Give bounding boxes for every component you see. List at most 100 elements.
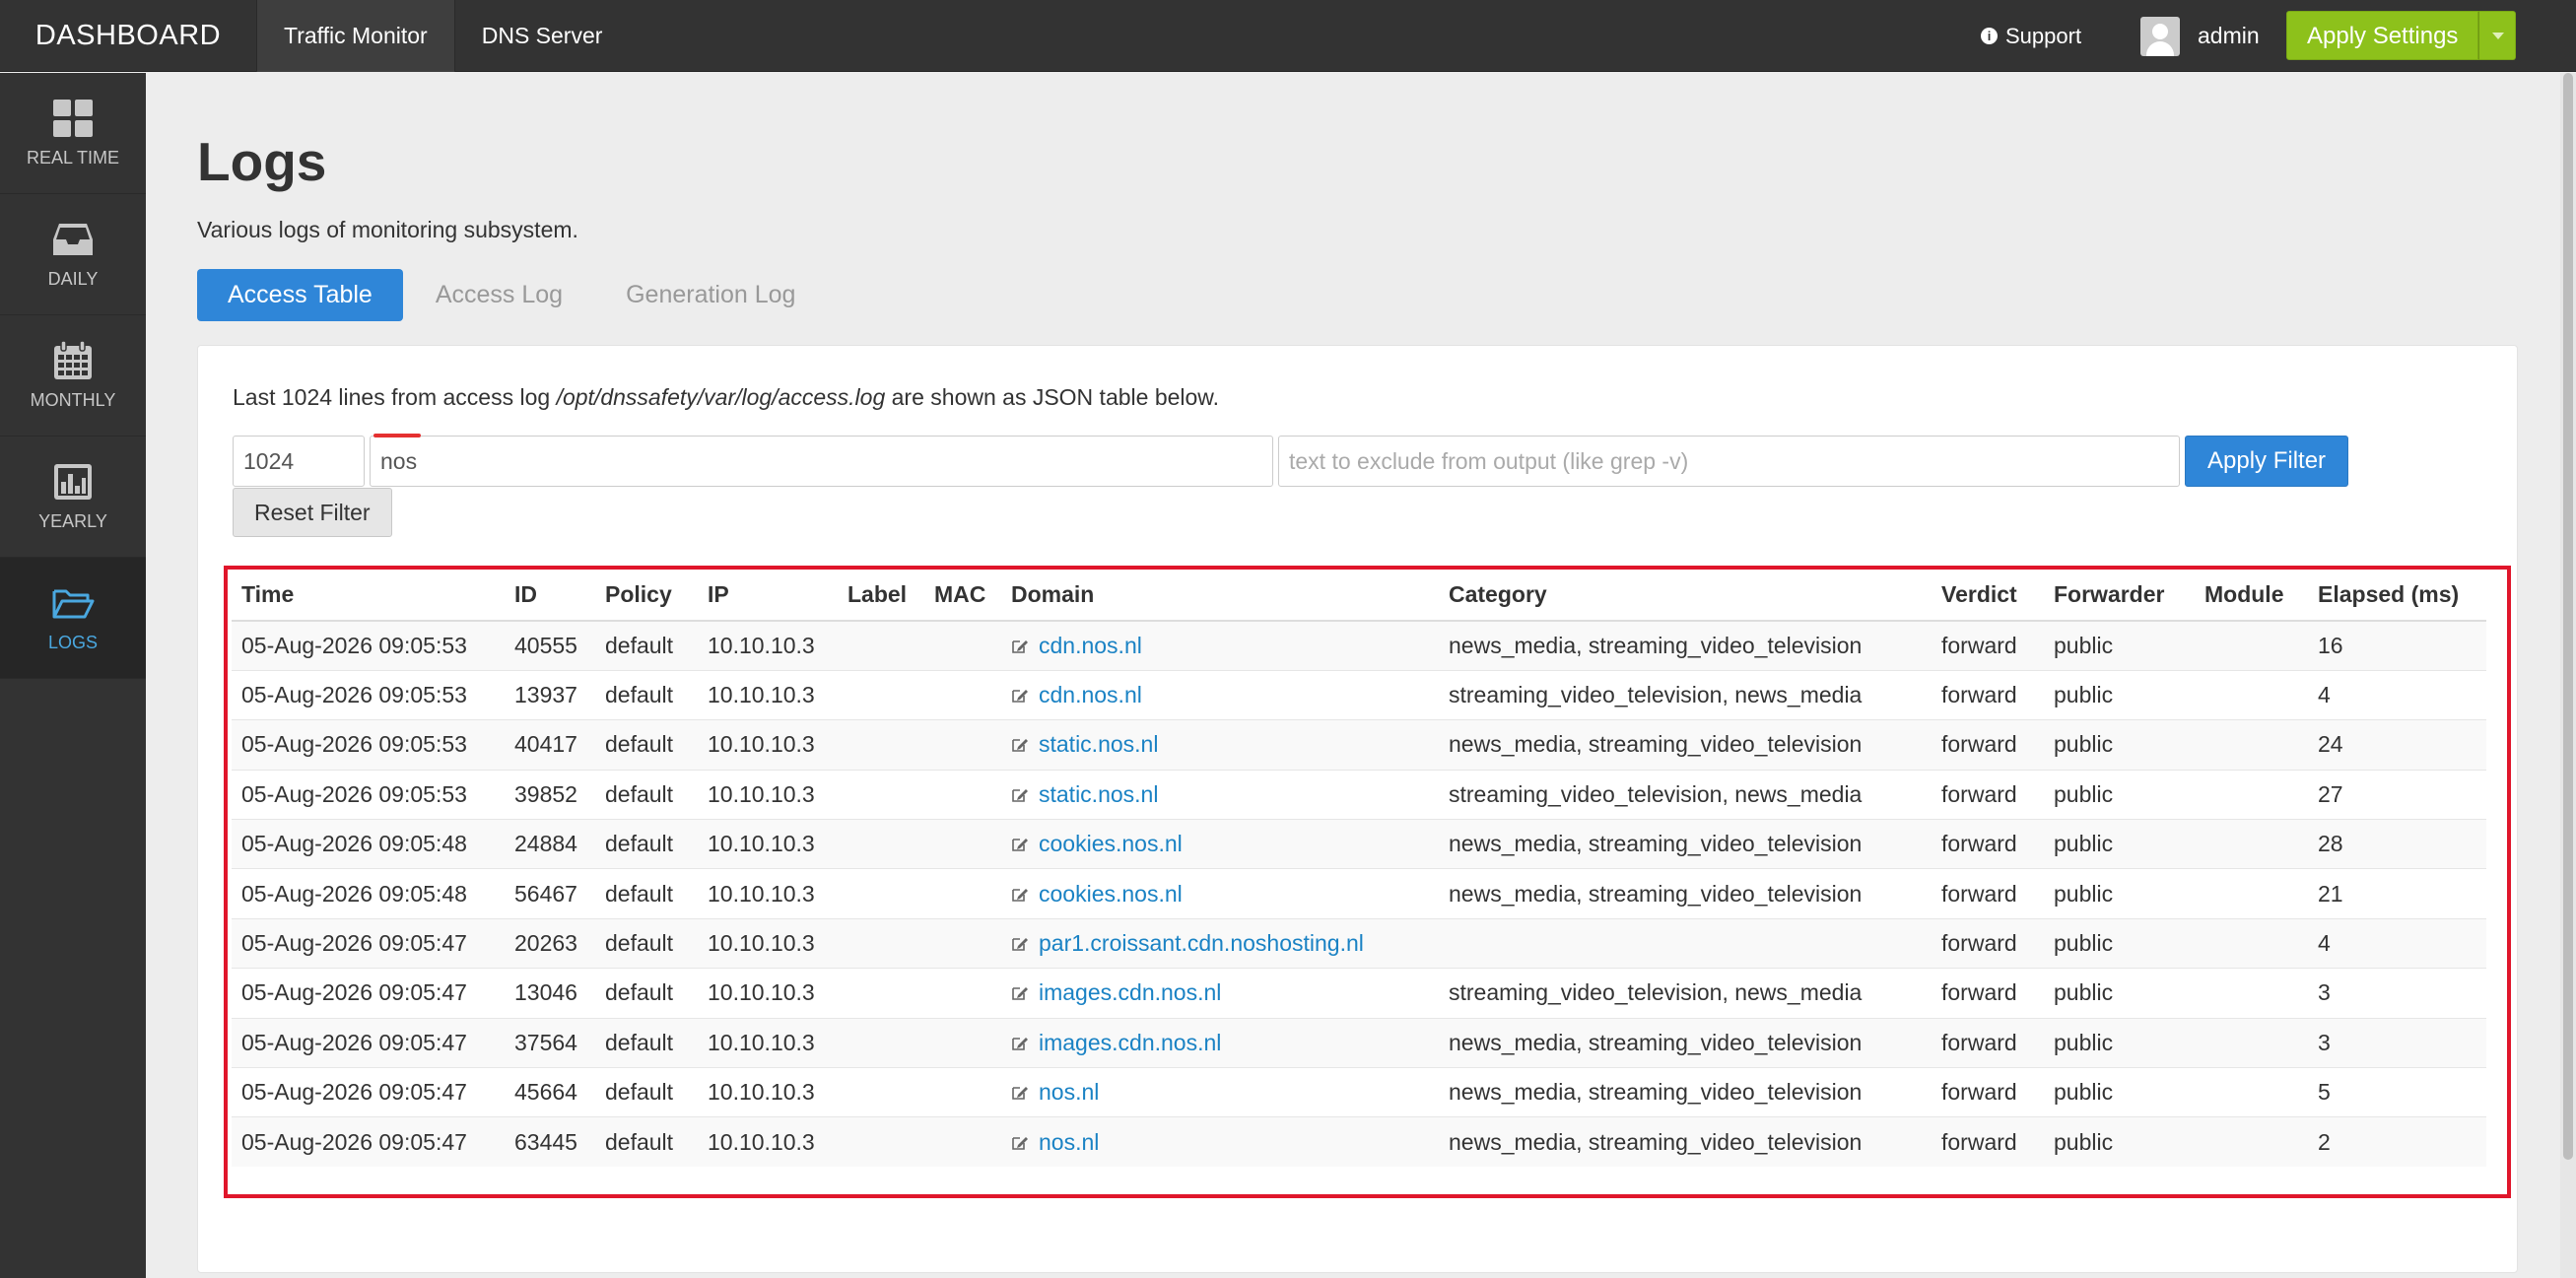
- cell-id: 56467: [505, 868, 595, 919]
- scrollbar-thumb[interactable]: [2563, 73, 2573, 1160]
- edit-icon[interactable]: [1011, 936, 1029, 952]
- reset-filter-button[interactable]: Reset Filter: [233, 488, 392, 537]
- edit-icon[interactable]: [1011, 787, 1029, 803]
- brand-logo[interactable]: DASHBOARD: [0, 0, 256, 72]
- cell-domain: par1.croissant.cdn.noshosting.nl: [1001, 917, 1439, 969]
- cell-elapsed: 4: [2308, 917, 2486, 969]
- col-label[interactable]: Label: [838, 570, 924, 622]
- nav-dns-server[interactable]: DNS Server: [453, 0, 630, 72]
- apply-settings-button[interactable]: Apply Settings: [2286, 11, 2479, 60]
- domain-link[interactable]: par1.croissant.cdn.noshosting.nl: [1039, 930, 1364, 956]
- sidebar-item-monthly[interactable]: MONTHLY: [0, 315, 146, 437]
- exclude-filter-input[interactable]: text to exclude from output (like grep -…: [1278, 436, 2180, 487]
- table-row: 05-Aug-2026 09:05:48 24884 default 10.10.10…: [232, 819, 2486, 869]
- domain-link[interactable]: cdn.nos.nl: [1039, 682, 1142, 707]
- cell-elapsed: 27: [2308, 769, 2486, 820]
- cell-domain: cookies.nos.nl: [1001, 819, 1439, 869]
- sidebar-item-real-time[interactable]: REAL TIME: [0, 73, 146, 194]
- col-forwarder[interactable]: Forwarder: [2044, 570, 2195, 622]
- domain-link[interactable]: images.cdn.nos.nl: [1039, 1030, 1221, 1055]
- page-description: Various logs of monitoring subsystem.: [197, 217, 578, 242]
- top-bar: DASHBOARD Traffic Monitor DNS Server i S…: [0, 0, 2576, 72]
- cell-forwarder: public: [2044, 769, 2195, 820]
- cell-elapsed: 28: [2308, 819, 2486, 869]
- cell-verdict: forward: [1932, 620, 2044, 671]
- edit-icon[interactable]: [1011, 1085, 1029, 1101]
- table-row: 05-Aug-2026 09:05:53 40555 default 10.10.10…: [232, 620, 2486, 671]
- sidebar-item-logs[interactable]: LOGS: [0, 558, 146, 679]
- edit-icon[interactable]: [1011, 1036, 1029, 1051]
- cell-module: [2195, 620, 2308, 671]
- cell-category: news_media, streaming_video_television: [1439, 620, 1932, 671]
- user-name: admin: [2198, 23, 2260, 48]
- apply-filter-button[interactable]: Apply Filter: [2185, 436, 2349, 487]
- cell-id: 40555: [505, 620, 595, 671]
- apply-settings-group: Apply Settings: [2286, 11, 2517, 60]
- edit-icon[interactable]: [1011, 688, 1029, 704]
- cell-mac: [924, 620, 1001, 671]
- col-module[interactable]: Module: [2195, 570, 2308, 622]
- include-filter-input[interactable]: nos: [370, 436, 1273, 487]
- edit-icon[interactable]: [1011, 1135, 1029, 1151]
- col-ip[interactable]: IP: [698, 570, 838, 622]
- nav-traffic-monitor[interactable]: Traffic Monitor: [256, 0, 454, 72]
- col-category[interactable]: Category: [1439, 570, 1932, 622]
- cell-label: [838, 968, 924, 1019]
- cell-time: 05-Aug-2026 09:05:53: [232, 769, 505, 820]
- col-policy[interactable]: Policy: [595, 570, 698, 622]
- table-row: 05-Aug-2026 09:05:47 37564 default 10.10.10…: [232, 1017, 2486, 1068]
- col-time[interactable]: Time: [232, 570, 505, 622]
- user-menu[interactable]: admin: [2140, 0, 2260, 72]
- domain-link[interactable]: cookies.nos.nl: [1039, 881, 1183, 907]
- tab-generation-log[interactable]: Generation Log: [595, 269, 826, 321]
- domain-link[interactable]: cdn.nos.nl: [1039, 633, 1142, 658]
- page-scrollbar[interactable]: [2560, 73, 2576, 1278]
- col-elapsed[interactable]: Elapsed (ms): [2308, 570, 2486, 622]
- cell-module: [2195, 719, 2308, 771]
- cell-category: streaming_video_television, news_media: [1439, 669, 1932, 720]
- cell-verdict: forward: [1932, 917, 2044, 969]
- edit-icon[interactable]: [1011, 837, 1029, 852]
- cell-module: [2195, 1017, 2308, 1068]
- edit-icon[interactable]: [1011, 887, 1029, 903]
- sidebar-item-yearly[interactable]: YEARLY: [0, 437, 146, 558]
- annotation-underline: [373, 434, 421, 437]
- table-row: 05-Aug-2026 09:05:47 45664 default 10.10.10…: [232, 1067, 2486, 1117]
- domain-link[interactable]: nos.nl: [1039, 1079, 1099, 1105]
- sidebar-item-label: YEARLY: [38, 510, 107, 531]
- col-domain[interactable]: Domain: [1001, 570, 1439, 622]
- cell-mac: [924, 868, 1001, 919]
- cell-forwarder: public: [2044, 968, 2195, 1019]
- col-verdict[interactable]: Verdict: [1932, 570, 2044, 622]
- cell-ip: 10.10.10.3: [698, 1116, 838, 1168]
- cell-time: 05-Aug-2026 09:05:47: [232, 917, 505, 969]
- edit-icon[interactable]: [1011, 639, 1029, 654]
- domain-link[interactable]: static.nos.nl: [1039, 781, 1158, 807]
- col-mac[interactable]: MAC: [924, 570, 1001, 622]
- sidebar-item-daily[interactable]: DAILY: [0, 194, 146, 315]
- support-link[interactable]: i Support: [1981, 0, 2081, 72]
- tab-access-table[interactable]: Access Table: [197, 269, 403, 321]
- bar-chart-icon: [54, 463, 92, 500]
- cell-category: news_media, streaming_video_television: [1439, 1017, 1932, 1068]
- page-title: Logs: [197, 131, 327, 192]
- cell-category: streaming_video_television, news_media: [1439, 968, 1932, 1019]
- domain-link[interactable]: images.cdn.nos.nl: [1039, 979, 1221, 1005]
- tab-access-log[interactable]: Access Log: [405, 269, 593, 321]
- domain-link[interactable]: static.nos.nl: [1039, 731, 1158, 757]
- cell-forwarder: public: [2044, 719, 2195, 771]
- cell-module: [2195, 769, 2308, 820]
- table-row: 05-Aug-2026 09:05:53 13937 default 10.10.10…: [232, 669, 2486, 720]
- chevron-down-icon[interactable]: [2478, 11, 2517, 60]
- edit-icon[interactable]: [1011, 737, 1029, 753]
- table-row: 05-Aug-2026 09:05:47 20263 default 10.10.10…: [232, 917, 2486, 969]
- cell-category: news_media, streaming_video_television: [1439, 1067, 1932, 1117]
- cell-time: 05-Aug-2026 09:05:48: [232, 868, 505, 919]
- domain-link[interactable]: cookies.nos.nl: [1039, 831, 1183, 856]
- edit-icon[interactable]: [1011, 985, 1029, 1001]
- cell-domain: cdn.nos.nl: [1001, 620, 1439, 671]
- col-id[interactable]: ID: [505, 570, 595, 622]
- lines-count-input[interactable]: 1024: [233, 436, 365, 487]
- domain-link[interactable]: nos.nl: [1039, 1129, 1099, 1155]
- table-row: 05-Aug-2026 09:05:53 40417 default 10.10.10…: [232, 719, 2486, 771]
